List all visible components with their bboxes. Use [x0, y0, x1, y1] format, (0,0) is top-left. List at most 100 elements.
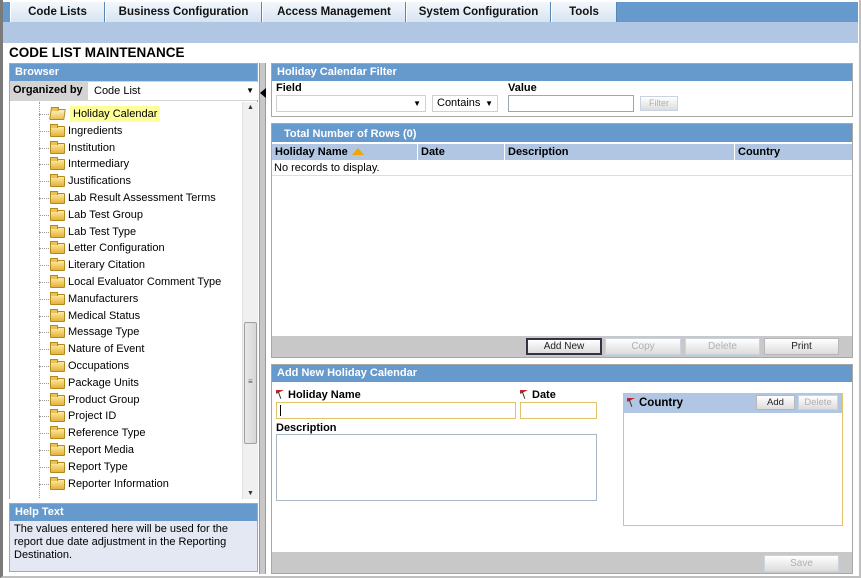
empty-grid-message: No records to display.: [272, 160, 852, 176]
tree-item-label: Literary Citation: [68, 259, 146, 272]
tree-item-label: Project ID: [68, 410, 117, 423]
tree-item-label: Lab Test Group: [68, 208, 144, 221]
country-label: Country: [639, 397, 684, 409]
filter-panel: Holiday Calendar Filter Field ▼ Contains…: [271, 63, 853, 117]
print-button[interactable]: Print: [764, 338, 839, 355]
tree-connector: [39, 231, 49, 233]
save-button[interactable]: Save: [764, 555, 839, 572]
tab-system-configuration[interactable]: System Configuration: [406, 2, 551, 22]
date-input[interactable]: [520, 402, 597, 419]
scrollbar-thumb[interactable]: ≡: [244, 322, 257, 444]
column-holiday-name[interactable]: Holiday Name: [272, 144, 418, 160]
description-textarea[interactable]: [276, 434, 597, 501]
grid-header: Total Number of Rows (0): [272, 124, 852, 144]
add-new-button[interactable]: Add New: [526, 338, 602, 355]
help-text-body: The values entered here will be used for…: [14, 523, 229, 561]
tree-connector: [39, 416, 49, 418]
tree-item-label: Message Type: [68, 326, 140, 339]
required-flag-icon: [276, 390, 285, 399]
folder-icon: [50, 258, 65, 272]
folder-icon: [50, 443, 65, 456]
page-title: CODE LIST MAINTENANCE: [9, 45, 185, 60]
grip-icon: ≡: [248, 377, 253, 386]
tab-access-management[interactable]: Access Management: [262, 2, 406, 22]
tree-item-label: Manufacturers: [68, 292, 139, 305]
panel-splitter[interactable]: [259, 63, 266, 574]
tab-code-lists[interactable]: Code Lists: [10, 2, 105, 22]
tree-item-label: Reference Type: [68, 427, 146, 440]
tab-business-configuration[interactable]: Business Configuration: [105, 2, 262, 22]
filter-button[interactable]: Filter: [640, 96, 678, 111]
column-description[interactable]: Description: [505, 144, 735, 160]
value-input[interactable]: [508, 95, 634, 112]
tree-item-label: Report Media: [68, 444, 135, 456]
value-label: Value: [508, 82, 537, 94]
tree-item-label: Gender: [68, 102, 105, 103]
tree-connector: [39, 349, 49, 351]
scroll-down-icon[interactable]: ▼: [247, 490, 254, 497]
column-country[interactable]: Country: [735, 144, 852, 160]
folder-icon: [50, 375, 65, 389]
tree-item-label: Nature of Event: [68, 343, 145, 356]
tree-item-label: Institution: [68, 141, 116, 154]
required-flag-icon: [627, 398, 636, 407]
collapse-left-icon[interactable]: [260, 88, 266, 98]
delete-button[interactable]: Delete: [685, 338, 760, 355]
tree-connector: [39, 315, 49, 317]
tree-connector: [39, 282, 49, 283]
column-date[interactable]: Date: [418, 144, 505, 160]
tree-item-label: Occupations: [68, 360, 130, 372]
tree-connector: [39, 114, 49, 115]
folder-icon: [50, 241, 65, 255]
folder-icon: [50, 191, 65, 204]
folder-icon: [50, 140, 65, 154]
folder-icon: [50, 291, 65, 305]
tree-item-label: Intermediary: [68, 158, 130, 171]
tree-connector: [39, 147, 49, 149]
help-text-panel: Help Text The values entered here will b…: [9, 503, 258, 572]
folder-icon: [50, 207, 65, 221]
folder-icon: [50, 224, 65, 238]
tree-connector: [39, 332, 49, 334]
tab-tools[interactable]: Tools: [551, 2, 617, 22]
tree-item-label: Lab Test Type: [68, 225, 137, 238]
tree-scrollbar[interactable]: ▲ ≡ ▼: [242, 102, 258, 499]
tree-item-label: Ingredients: [68, 124, 123, 137]
folder-icon: [50, 325, 65, 339]
column-description-label: Description: [508, 146, 569, 158]
tree-item-label: Lab Result Assessment Terms: [68, 192, 216, 204]
top-navigation-bar: Code Lists Business Configuration Access…: [3, 2, 858, 22]
code-list-tree: Gender Holiday Calendar Ingredients Institu…: [10, 102, 242, 499]
tree-item-label: Reporter Information: [68, 477, 169, 490]
tree-item-label: Local Evaluator Comment Type: [68, 276, 222, 288]
country-add-button[interactable]: Add: [756, 395, 795, 410]
tree-item-label: Justifications: [68, 175, 131, 188]
folder-icon: [50, 342, 65, 356]
folder-icon: [50, 409, 65, 423]
results-grid: Total Number of Rows (0) Holiday Name Da…: [271, 123, 853, 358]
grid-column-headers: Holiday Name Date Description Country: [272, 144, 852, 160]
field-select[interactable]: ▼: [276, 95, 426, 112]
folder-icon: [50, 459, 65, 473]
tree-connector: [39, 483, 49, 485]
holiday-name-input[interactable]: [276, 402, 516, 419]
tree-connector: [39, 298, 49, 300]
sub-navigation-bar: [3, 22, 858, 43]
folder-icon: [50, 392, 65, 406]
organized-by-select[interactable]: Code List ▼: [88, 82, 258, 100]
folder-icon: [50, 174, 65, 188]
field-label: Field: [276, 82, 302, 94]
filter-header: Holiday Calendar Filter: [272, 64, 852, 81]
column-date-label: Date: [421, 146, 445, 158]
tree-connector: [39, 248, 49, 250]
chevron-down-icon: ▼: [485, 99, 493, 108]
copy-button[interactable]: Copy: [605, 338, 681, 355]
operator-select[interactable]: Contains ▼: [432, 95, 498, 112]
tree-connector: [39, 366, 49, 367]
scroll-up-icon[interactable]: ▲: [247, 104, 254, 111]
grid-button-bar: Add New Copy Delete Print: [272, 336, 852, 357]
tree-connector: [39, 433, 49, 435]
organized-by-row: Organized by Code List ▼: [10, 81, 258, 101]
country-delete-button[interactable]: Delete: [798, 395, 838, 410]
tree-connector: [39, 466, 49, 468]
